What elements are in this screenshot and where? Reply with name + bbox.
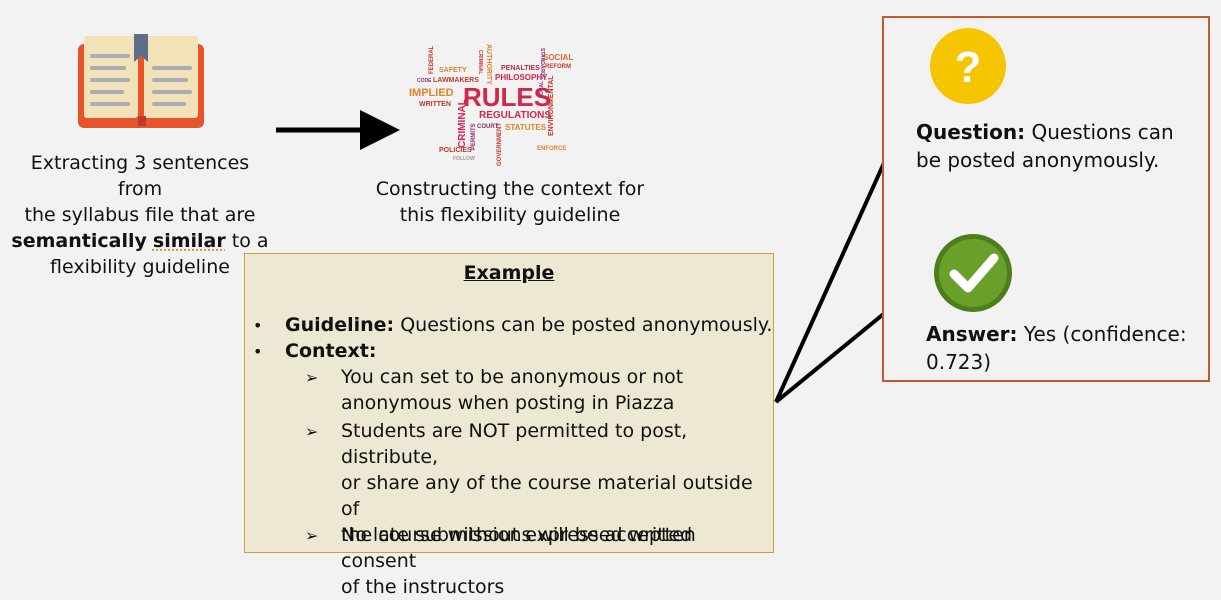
- caption-line: this flexibility guideline: [360, 202, 660, 228]
- cloud-word: POLICIES: [439, 147, 472, 154]
- result-box: ? Question: Questions can be posted anon…: [882, 16, 1210, 382]
- caption-tail: to a: [232, 230, 269, 252]
- caption-line: flexibility guideline: [10, 254, 270, 280]
- arrow-bullet-icon: ➢: [305, 368, 318, 387]
- cloud-word: ENVIRONMENTAL: [548, 75, 555, 136]
- context-item-line: or share any of the course material outs…: [341, 470, 773, 522]
- caption-line: the syllabus file that are: [10, 202, 270, 228]
- cloud-word: SOCIAL: [543, 53, 573, 62]
- bullet-dot: •: [253, 316, 262, 335]
- answer-line: Answer: Yes (confidence:: [926, 320, 1187, 348]
- answer-label: Answer:: [926, 322, 1018, 346]
- caption-line: Constructing the context for: [360, 176, 660, 202]
- context-item-line: Students are NOT permitted to post, dist…: [341, 418, 773, 470]
- question-mark-icon: ?: [928, 26, 1008, 106]
- bullet-dot: •: [253, 342, 262, 361]
- word-cloud-rules: RULES: [463, 82, 551, 112]
- caption-bold-similar: similar: [153, 230, 226, 252]
- context-item-line: No late submissions will be accepted: [341, 522, 692, 548]
- context-line: Context:: [285, 338, 376, 364]
- cloud-word: GOVERNMENT: [497, 123, 503, 166]
- guideline-label: Guideline:: [285, 314, 394, 336]
- question-text-cont: be posted anonymously.: [916, 146, 1159, 174]
- context-caption: Constructing the context for this flexib…: [360, 176, 660, 228]
- context-item: No late submissions will be accepted: [341, 522, 692, 548]
- cloud-word: PERMITS: [471, 123, 477, 150]
- checkmark-icon: [932, 232, 1014, 314]
- cloud-word: FEDERAL: [429, 45, 435, 74]
- cloud-word: SAFETY: [439, 67, 467, 74]
- answer-text: Yes (confidence:: [1024, 322, 1187, 346]
- guideline-line: Guideline: Questions can be posted anony…: [285, 312, 772, 338]
- cloud-word: AUTHORITY: [485, 44, 492, 85]
- cloud-word: STATUTES: [505, 123, 547, 132]
- cloud-word: WRITTEN: [419, 101, 451, 108]
- cloud-word: ENFORCE: [537, 146, 566, 152]
- caption-bold-semantically: semantically: [11, 230, 146, 252]
- cloud-word: CRIMINAL: [457, 99, 468, 148]
- caption-line: Extracting 3 sentences from: [10, 150, 270, 202]
- context-item: Students are NOT permitted to post, dist…: [341, 418, 773, 600]
- context-label: Context:: [285, 340, 376, 362]
- cloud-word: PHILOSOPHY: [495, 73, 548, 82]
- cloud-word: REGULATIONS: [479, 110, 551, 121]
- extraction-caption: Extracting 3 sentences from the syllabus…: [10, 150, 270, 280]
- arrow-bullet-icon: ➢: [305, 526, 318, 545]
- example-title: Example: [245, 262, 773, 284]
- book-icon: [76, 32, 206, 132]
- cloud-word: FOLLOW: [453, 156, 475, 162]
- question-label: Question:: [916, 120, 1025, 144]
- answer-text-cont: 0.723): [926, 348, 991, 376]
- word-cloud-icon: RULES SOCIAL REFORM STANDARDS CRIMINAL A…: [405, 40, 585, 170]
- cloud-word: LOCAL: [539, 81, 545, 98]
- cloud-word: CRIMINAL: [477, 50, 483, 74]
- arrow-bullet-icon: ➢: [305, 422, 318, 441]
- context-item: You can set to be anonymous or not anony…: [341, 364, 683, 416]
- cloud-word: REFORM: [545, 64, 571, 70]
- cloud-word: LAWMAKERS: [433, 77, 479, 84]
- question-text: Questions can: [1031, 120, 1173, 144]
- guideline-text: Questions can be posted anonymously.: [400, 314, 772, 336]
- cloud-word: COURT: [477, 124, 499, 130]
- context-item-line: anonymous when posting in Piazza: [341, 390, 683, 416]
- context-item-line: You can set to be anonymous or not: [341, 364, 683, 390]
- cloud-word: IMPLIED: [409, 87, 454, 99]
- cloud-word: PENALTIES: [501, 65, 540, 72]
- question-line: Question: Questions can: [916, 118, 1174, 146]
- caption-line: semantically similar to a: [10, 228, 270, 254]
- example-box: Example • Guideline: Questions can be po…: [244, 253, 774, 553]
- cloud-word: CODE: [417, 78, 432, 84]
- context-item-line: of the instructors: [341, 574, 773, 600]
- question-glyph: ?: [955, 43, 982, 92]
